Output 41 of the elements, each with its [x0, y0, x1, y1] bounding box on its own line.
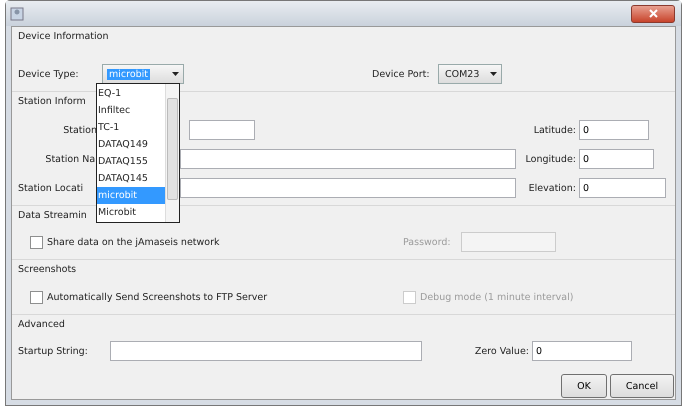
- section-title: Screenshots: [18, 263, 76, 276]
- text-field[interactable]: 0: [579, 149, 654, 169]
- field-label: Longitude:: [524, 154, 577, 164]
- dialog-button[interactable]: OK: [561, 374, 607, 398]
- checkbox-option[interactable]: Automatically Send Screenshots to FTP Server: [30, 290, 268, 304]
- section-title: Device Information: [18, 30, 109, 43]
- checkbox-label: Debug mode (1 minute interval): [420, 292, 574, 302]
- field-label: Station Na: [44, 154, 96, 164]
- app-icon: [10, 6, 24, 20]
- checkbox[interactable]: [30, 236, 43, 248]
- close-button[interactable]: [631, 4, 675, 22]
- section-title: Advanced: [18, 318, 65, 331]
- checkbox-option[interactable]: Share data on the jAmaseis network: [30, 236, 220, 248]
- checkbox[interactable]: [30, 290, 43, 304]
- text-field[interactable]: [180, 149, 516, 169]
- text-field[interactable]: [110, 341, 422, 361]
- text-field[interactable]: 0: [579, 120, 649, 140]
- field-label: Startup String:: [18, 346, 89, 356]
- text-field[interactable]: 0: [578, 178, 666, 198]
- field-label: Elevation:: [528, 182, 577, 194]
- scroll-thumb[interactable]: [167, 98, 178, 200]
- field-label: Device Port:: [372, 68, 431, 80]
- section-title: Data Streamin: [18, 209, 87, 222]
- field-label: Station: [62, 124, 98, 136]
- dialog-button[interactable]: Cancel: [610, 374, 674, 398]
- field-label: Station Locati: [18, 182, 84, 194]
- caret-icon: [490, 72, 497, 76]
- field-label: Latitude:: [532, 124, 577, 136]
- field-label: Zero Value:: [474, 346, 530, 356]
- caret-icon: [172, 72, 179, 76]
- checkbox-label: Automatically Send Screenshots to FTP Server: [47, 292, 268, 302]
- text-field[interactable]: [189, 120, 255, 140]
- text-field[interactable]: 0: [532, 341, 632, 361]
- checkbox-label: Share data on the jAmaseis network: [47, 236, 220, 248]
- text-field[interactable]: [180, 178, 516, 198]
- device-port-dropdown[interactable]: COM23: [438, 64, 502, 84]
- close-icon: [648, 9, 658, 18]
- field-label: Password:: [403, 236, 452, 248]
- field-label: Device Type:: [18, 68, 80, 80]
- scrollbar[interactable]: [165, 84, 179, 222]
- section-title: Station Inform: [18, 95, 86, 108]
